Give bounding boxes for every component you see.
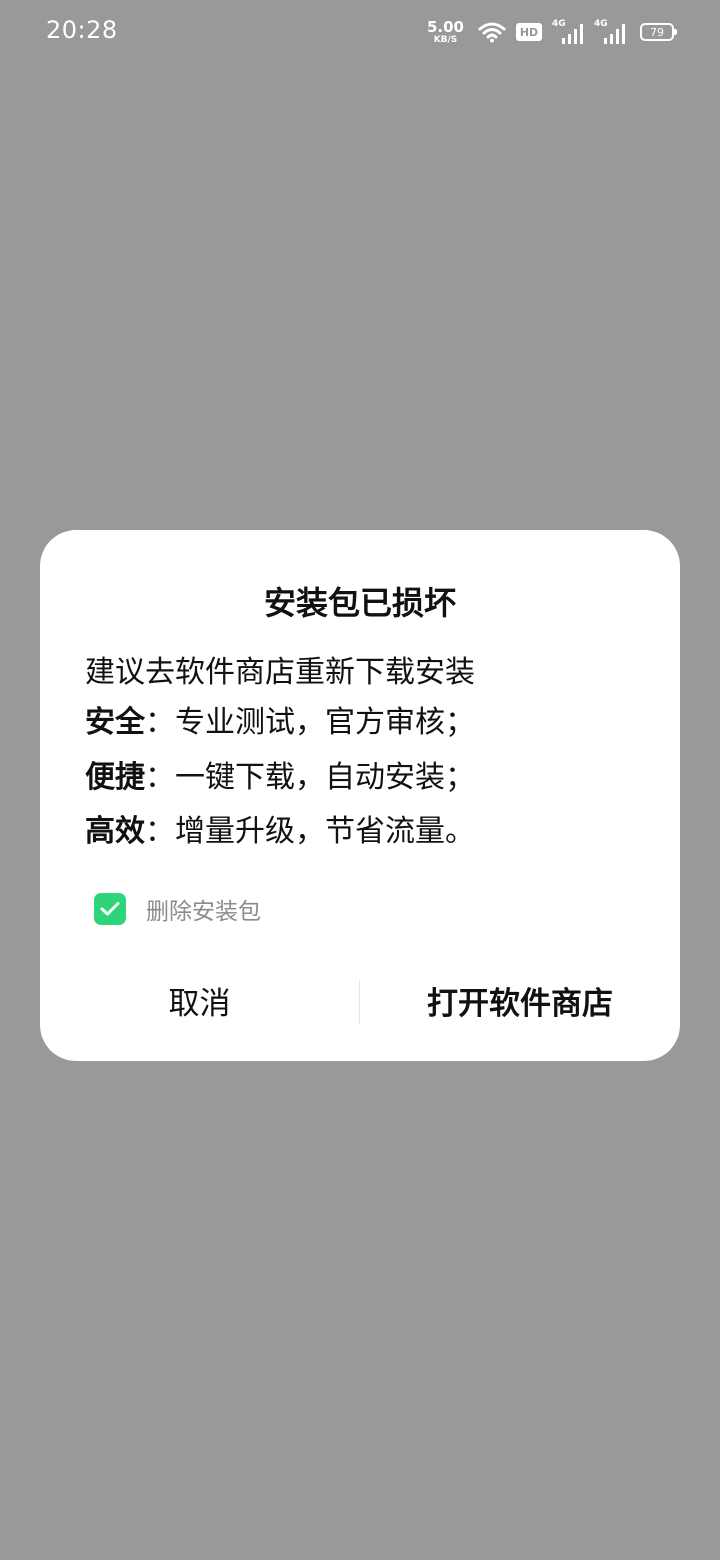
status-bar: 20:28 5.00 KB/S HD 4G 4G 79 [0, 0, 720, 64]
battery-icon: 79 [640, 23, 677, 41]
signal-bars-icon [562, 24, 583, 44]
feature-separator: ： [145, 705, 175, 740]
battery-level: 79 [650, 25, 664, 39]
cancel-button[interactable]: 取消 [40, 980, 359, 1028]
delete-package-option[interactable]: 删除安装包 [94, 892, 261, 926]
feature-label: 安全 [85, 705, 145, 740]
dialog-message: 建议去软件商店重新下载安装 [85, 655, 475, 690]
feature-separator: ： [145, 814, 175, 849]
signal-bars-icon [604, 24, 625, 44]
open-software-store-button[interactable]: 打开软件商店 [360, 980, 680, 1028]
signal-strength-icon-2: 4G [594, 20, 626, 44]
feature-efficiency: 高效：增量升级，节省流量。 [85, 814, 475, 850]
delete-package-label[interactable]: 删除安装包 [146, 892, 261, 926]
signal-strength-icon-1: 4G [552, 20, 584, 44]
feature-text: 一键下载，自动安装； [175, 760, 475, 795]
dialog-title: 安装包已损坏 [263, 584, 456, 622]
feature-text: 增量升级，节省流量。 [175, 814, 475, 849]
status-time: 20:28 [46, 16, 118, 44]
feature-label: 高效 [85, 814, 145, 849]
feature-safety: 安全：专业测试，官方审核； [85, 705, 475, 741]
feature-text: 专业测试，官方审核； [175, 705, 475, 740]
wifi-icon [478, 22, 506, 43]
status-icons: 5.00 KB/S HD 4G 4G 79 [426, 16, 677, 48]
feature-separator: ： [145, 760, 175, 795]
feature-label: 便捷 [85, 760, 145, 795]
network-speed-unit: KB/S [433, 34, 458, 45]
delete-package-checkbox[interactable] [94, 893, 126, 925]
network-speed-value: 5.00 [426, 17, 464, 36]
checkmark-icon [100, 902, 120, 916]
hd-voice-icon: HD [516, 23, 542, 41]
network-speed-indicator: 5.00 KB/S [426, 17, 464, 45]
feature-convenience: 便捷：一键下载，自动安装； [85, 760, 475, 796]
